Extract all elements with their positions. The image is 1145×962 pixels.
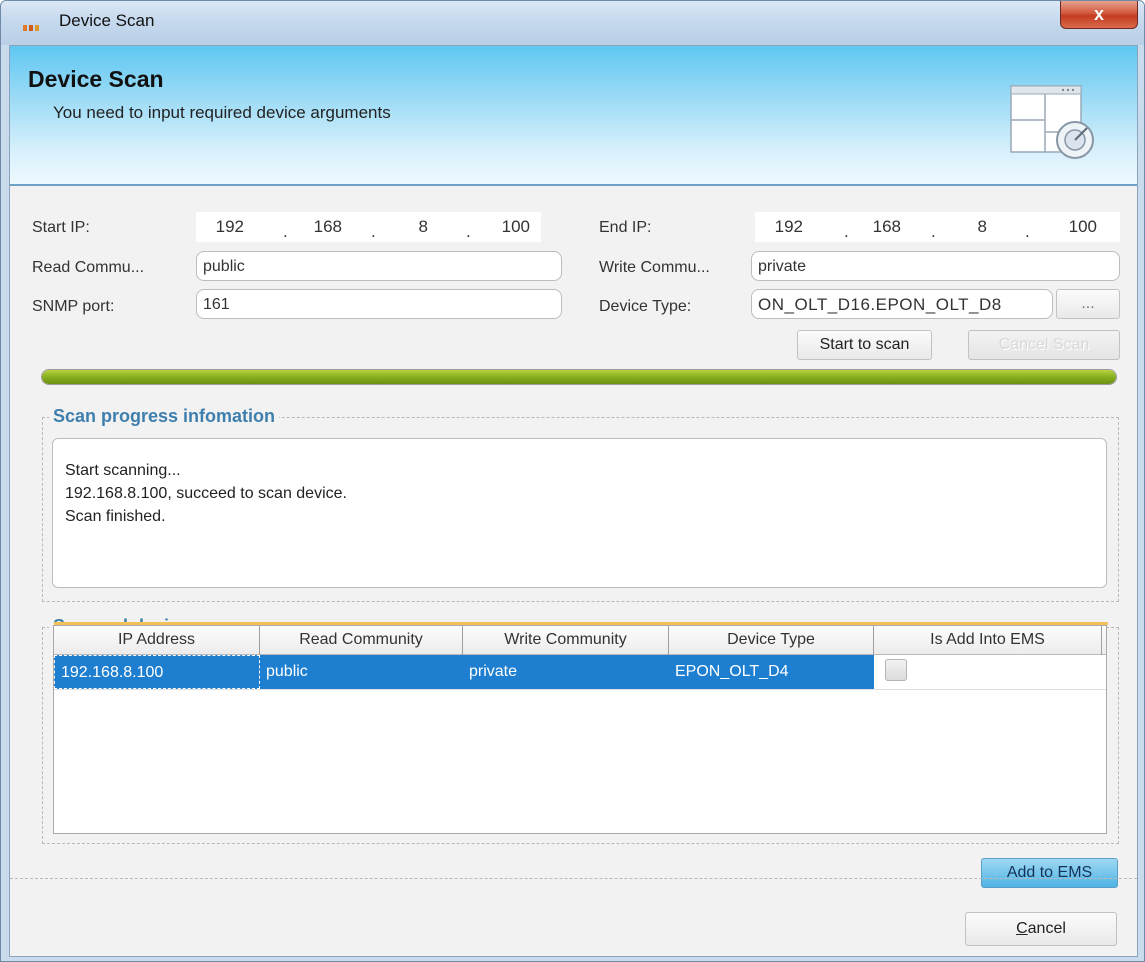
scan-progress-fill bbox=[42, 370, 1116, 384]
cancel-scan-button[interactable]: Cancel Scan bbox=[968, 330, 1120, 360]
device-scan-window: Device Scan x Device Scan You need to in… bbox=[0, 0, 1145, 962]
write-community-label: Write Commu... bbox=[599, 259, 710, 276]
cancel-mnemonic: C bbox=[1016, 920, 1028, 937]
start-ip-label: Start IP: bbox=[32, 219, 90, 236]
cancel-button[interactable]: Cancel bbox=[965, 912, 1117, 946]
start-ip-octet-2[interactable]: 168 bbox=[298, 217, 342, 237]
table-accent-line bbox=[54, 622, 1108, 625]
add-into-ems-checkbox[interactable] bbox=[885, 659, 907, 681]
scanned-devices-table: IP Address Read Community Write Communit… bbox=[53, 622, 1108, 834]
column-header-write-community[interactable]: Write Community bbox=[463, 626, 669, 655]
header-subtitle: You need to input required device argume… bbox=[53, 103, 391, 122]
device-type-label: Device Type: bbox=[599, 298, 692, 315]
end-ip-label: End IP: bbox=[599, 219, 652, 236]
table-row[interactable]: 192.168.8.100 public private EPON_OLT_D4 bbox=[54, 655, 1106, 689]
ip-separator: . bbox=[466, 222, 471, 241]
log-line: Scan finished. bbox=[65, 508, 166, 525]
log-line: 192.168.8.100, succeed to scan device. bbox=[65, 485, 347, 502]
column-header-device-type[interactable]: Device Type bbox=[669, 626, 874, 655]
title-bar[interactable]: Device Scan x bbox=[1, 1, 1144, 45]
read-community-field[interactable]: public bbox=[196, 251, 562, 281]
cell-read-community[interactable]: public bbox=[260, 655, 463, 689]
scan-progress-log[interactable]: Start scanning... 192.168.8.100, succeed… bbox=[52, 438, 1107, 588]
device-type-browse-button[interactable]: ... bbox=[1056, 289, 1120, 319]
dialog-header: Device Scan You need to input required d… bbox=[10, 46, 1137, 186]
device-scan-illustration-icon bbox=[1010, 85, 1094, 159]
window-title: Device Scan bbox=[59, 11, 155, 30]
end-ip-octet-1[interactable]: 192 bbox=[759, 217, 803, 237]
row-separator bbox=[54, 689, 1106, 690]
column-header-read-community[interactable]: Read Community bbox=[260, 626, 463, 655]
snmp-port-label: SNMP port: bbox=[32, 298, 115, 315]
start-ip-input[interactable]: 192 . 168 . 8 . 100 bbox=[196, 212, 541, 242]
scan-progress-title: Scan progress infomation bbox=[49, 406, 280, 427]
scan-progress-bar bbox=[41, 369, 1117, 385]
start-scan-button[interactable]: Start to scan bbox=[797, 330, 932, 360]
start-ip-octet-1[interactable]: 192 bbox=[200, 217, 244, 237]
end-ip-octet-3[interactable]: 8 bbox=[943, 217, 987, 237]
write-community-field[interactable]: private bbox=[751, 251, 1120, 281]
cell-write-community[interactable]: private bbox=[463, 655, 669, 689]
start-ip-octet-4[interactable]: 100 bbox=[486, 217, 530, 237]
column-header-ip-address[interactable]: IP Address bbox=[54, 626, 260, 655]
log-line: Start scanning... bbox=[65, 462, 181, 479]
cell-device-type[interactable]: EPON_OLT_D4 bbox=[669, 655, 874, 689]
device-type-field[interactable]: ON_OLT_D16.EPON_OLT_D8 bbox=[751, 289, 1053, 319]
start-ip-octet-3[interactable]: 8 bbox=[384, 217, 428, 237]
cell-ip-address[interactable]: 192.168.8.100 bbox=[54, 655, 260, 689]
read-community-label: Read Commu... bbox=[32, 259, 145, 276]
snmp-port-field[interactable]: 161 bbox=[196, 289, 562, 319]
end-ip-octet-2[interactable]: 168 bbox=[857, 217, 901, 237]
column-header-is-add-into-ems[interactable]: Is Add Into EMS bbox=[874, 626, 1102, 655]
footer-divider bbox=[10, 878, 1137, 879]
table-header: IP Address Read Community Write Communit… bbox=[54, 626, 1106, 655]
end-ip-input[interactable]: 192 . 168 . 8 . 100 bbox=[755, 212, 1120, 242]
close-button[interactable]: x bbox=[1060, 1, 1138, 29]
ip-separator: . bbox=[931, 222, 936, 241]
cell-is-add-into-ems[interactable] bbox=[874, 655, 1102, 689]
ip-separator: . bbox=[283, 222, 288, 241]
cancel-label-rest: ancel bbox=[1027, 920, 1066, 937]
add-to-ems-button[interactable]: Add to EMS bbox=[981, 858, 1118, 888]
ip-separator: . bbox=[1025, 222, 1030, 241]
end-ip-octet-4[interactable]: 100 bbox=[1053, 217, 1097, 237]
header-title: Device Scan bbox=[28, 66, 164, 92]
dialog-content: Device Scan You need to input required d… bbox=[9, 45, 1138, 957]
app-icon bbox=[23, 18, 45, 31]
ip-separator: . bbox=[371, 222, 376, 241]
ip-separator: . bbox=[844, 222, 849, 241]
